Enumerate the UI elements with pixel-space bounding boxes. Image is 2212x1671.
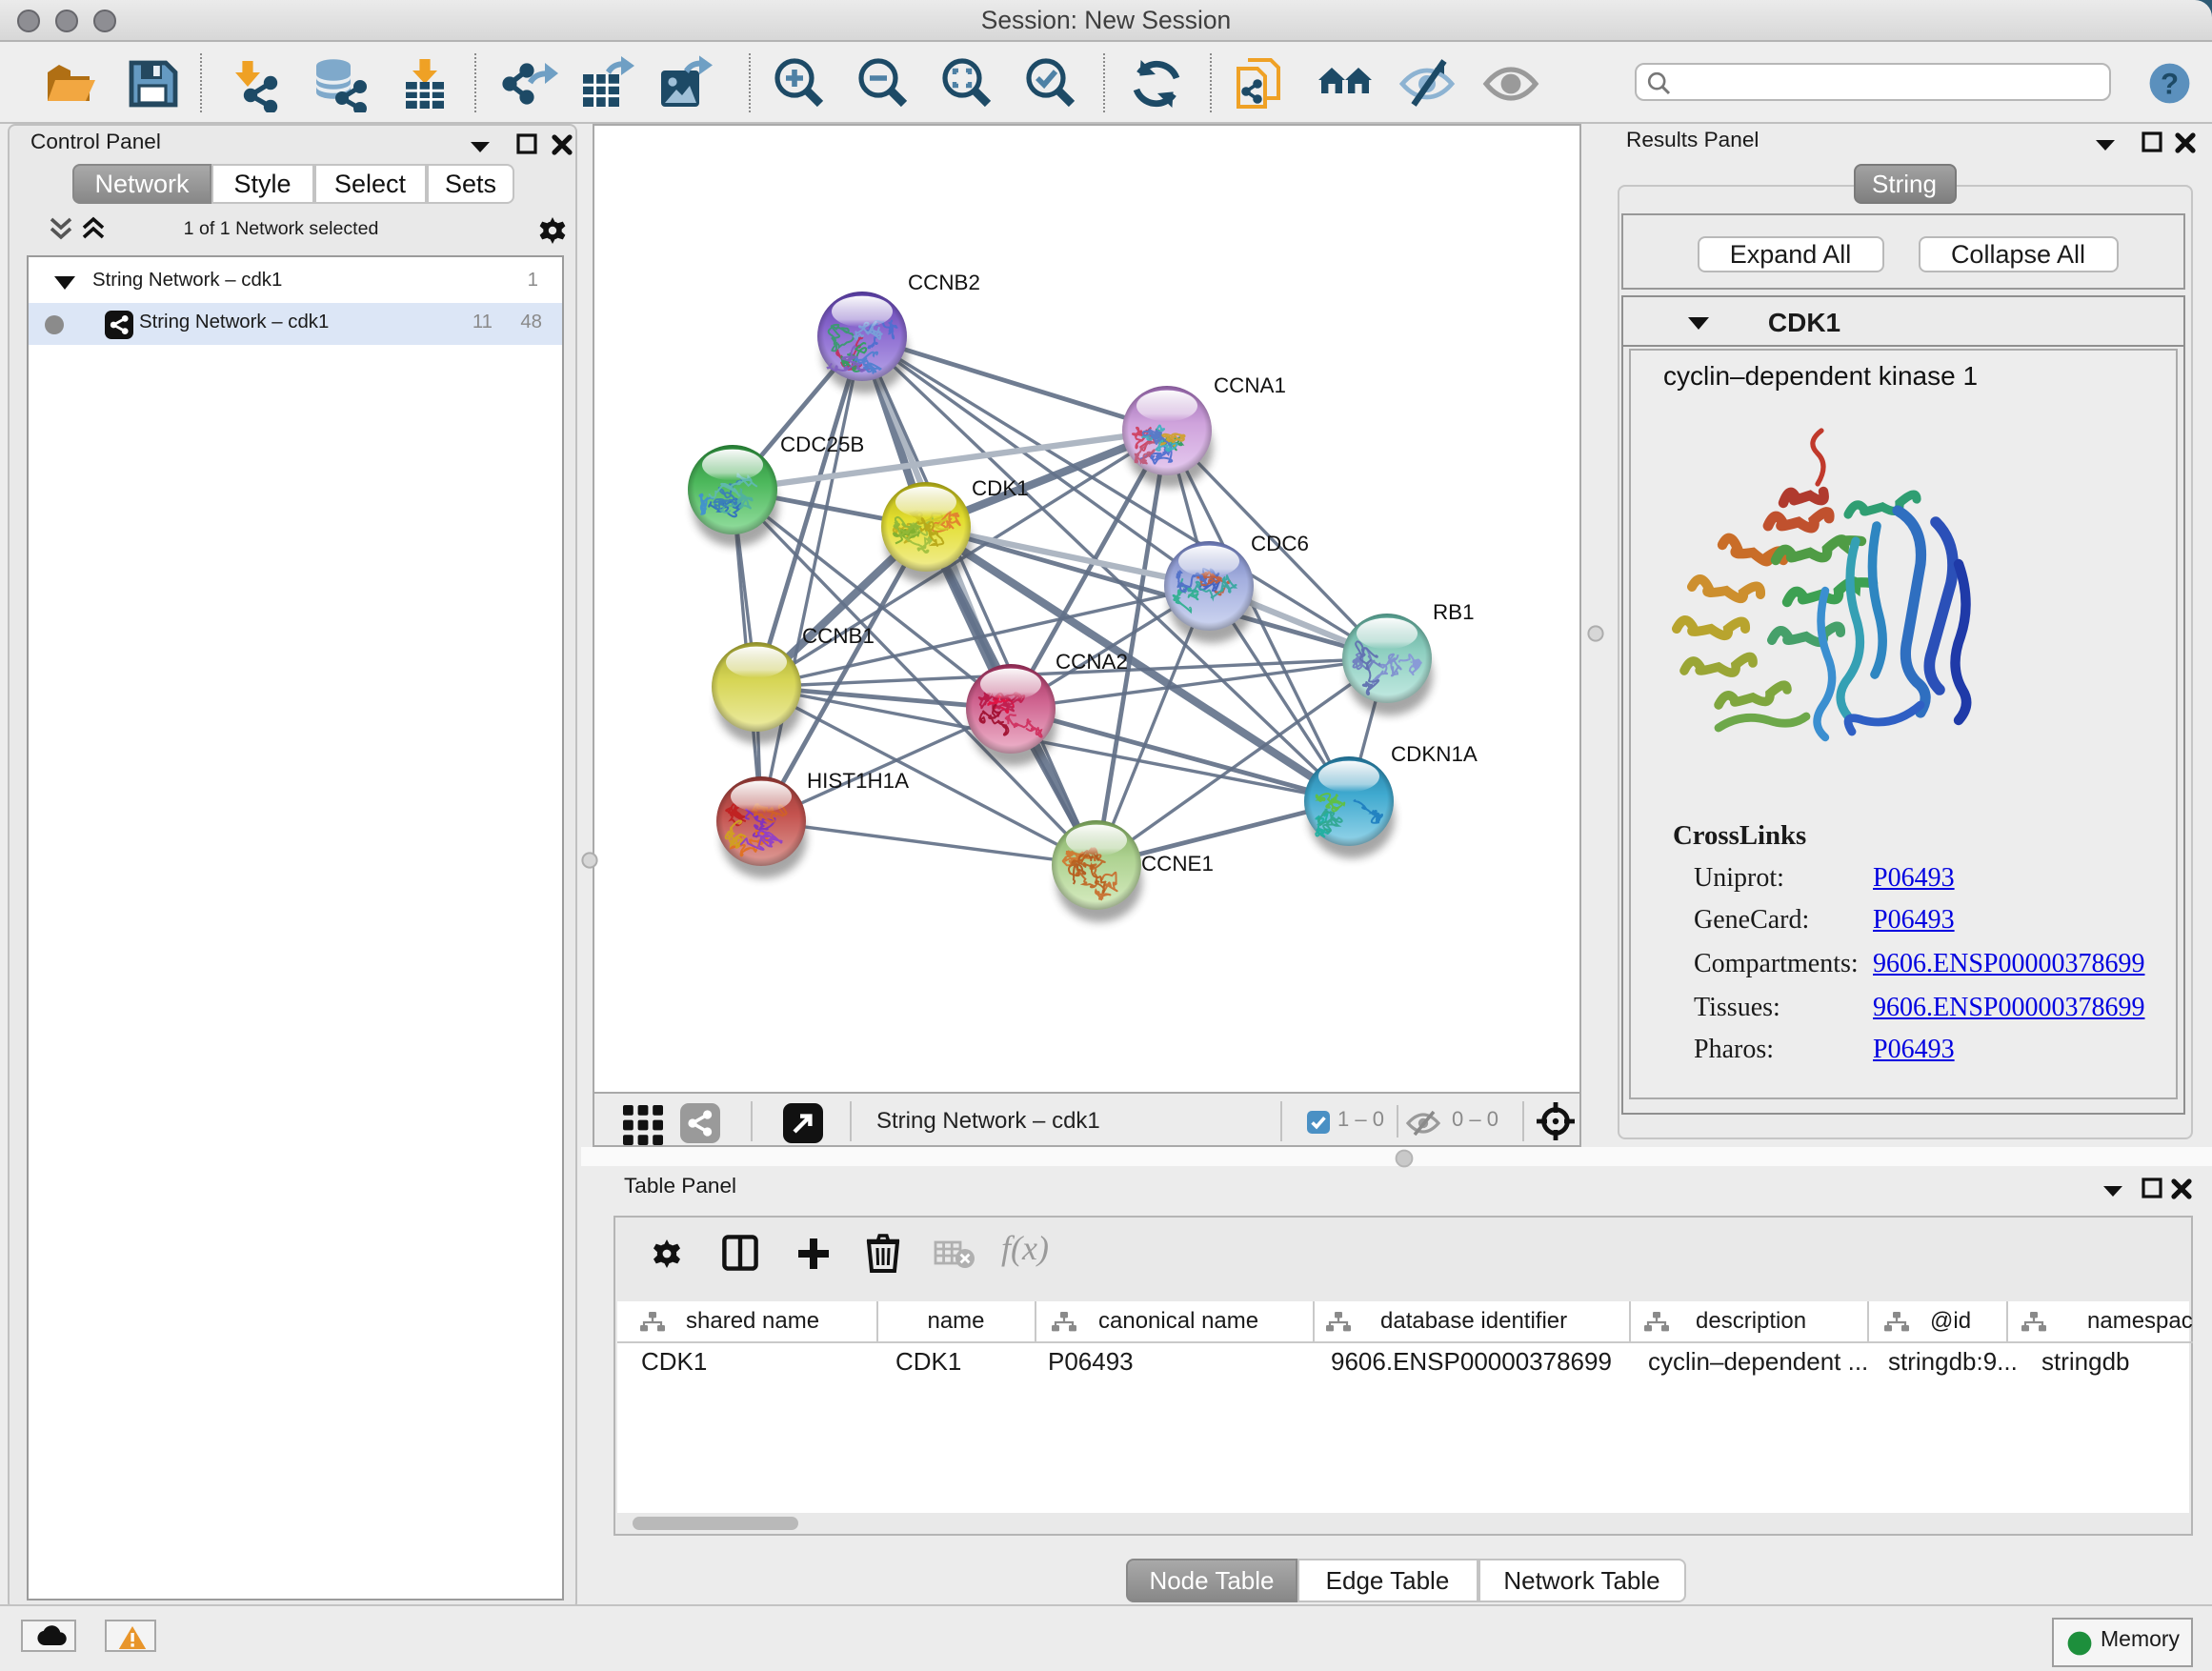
svg-text:CCNE1: CCNE1 <box>1141 852 1214 876</box>
svg-text:CCNA1: CCNA1 <box>1214 373 1286 397</box>
svg-text:CDKN1A: CDKN1A <box>1391 742 1478 766</box>
svg-text:CDC6: CDC6 <box>1251 532 1309 555</box>
svg-text:CDC25B: CDC25B <box>780 433 864 456</box>
svg-text:HIST1H1A: HIST1H1A <box>807 769 909 793</box>
svg-text:RB1: RB1 <box>1433 600 1475 624</box>
svg-text:CCNA2: CCNA2 <box>1056 650 1128 674</box>
svg-text:?: ? <box>2161 67 2179 100</box>
svg-text:CCNB1: CCNB1 <box>802 624 875 648</box>
svg-text:CDK1: CDK1 <box>972 476 1029 500</box>
svg-text:CCNB2: CCNB2 <box>908 271 980 294</box>
